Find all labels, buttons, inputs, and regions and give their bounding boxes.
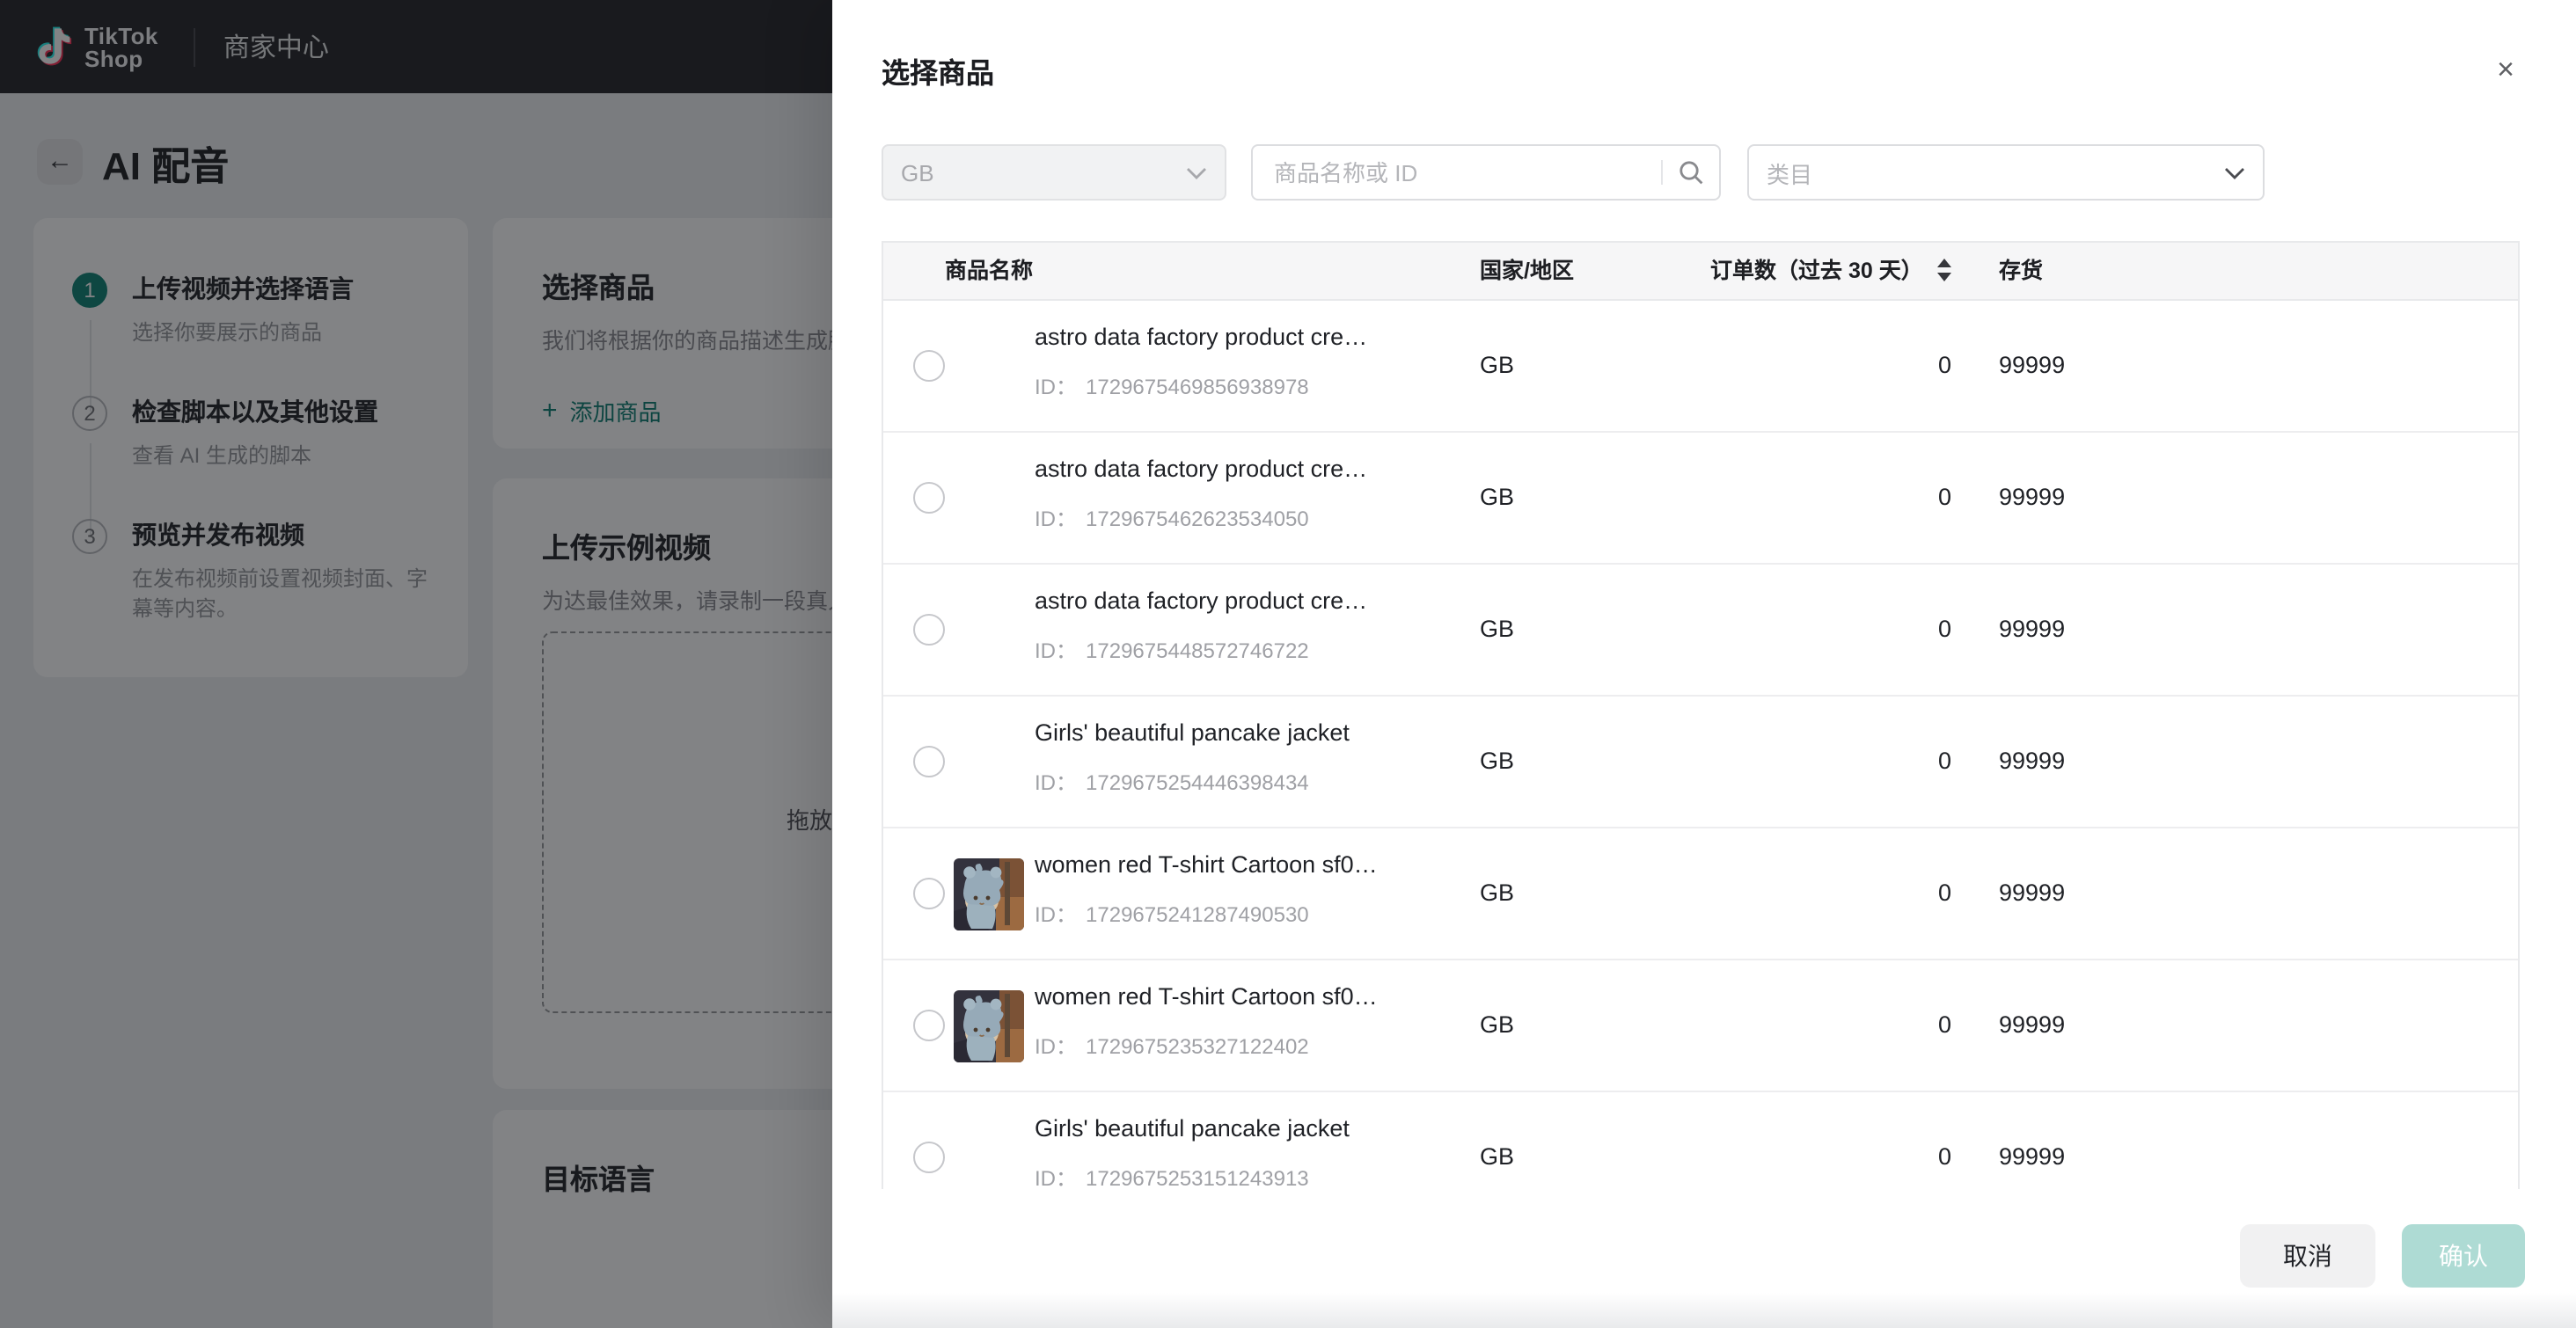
column-header-region: 国家/地区	[1480, 243, 1574, 301]
table-row: women red T-shirt Cartoon sf0… ID： 172967…	[883, 960, 2518, 1092]
product-table: 商品名称 国家/地区 订单数（过去 30 天） 存货	[882, 241, 2520, 1189]
modal-title: 选择商品	[882, 49, 994, 91]
region-select-value: GB	[901, 159, 934, 186]
product-id-value: 1729675254446398434	[1086, 770, 1309, 795]
row-orders-value: 0	[1710, 352, 1951, 378]
row-orders-value: 0	[1710, 1143, 1951, 1170]
table-row: Girls' beautiful pancake jacket ID： 17296…	[883, 697, 2518, 828]
row-region-value: GB	[1480, 879, 1514, 906]
table-row: astro data factory product cre… ID： 17296…	[883, 565, 2518, 697]
row-orders-value: 0	[1710, 616, 1951, 642]
table-row: astro data factory product cre… ID： 17296…	[883, 301, 2518, 433]
sort-descending-triangle	[1937, 273, 1951, 281]
product-id-value: 1729675448572746722	[1086, 638, 1309, 663]
row-orders-value: 0	[1710, 879, 1951, 906]
confirm-button[interactable]: 确认	[2402, 1224, 2525, 1288]
row-region-value: GB	[1480, 748, 1514, 774]
category-select-placeholder: 类目	[1767, 156, 1812, 189]
product-id-label: ID：	[1035, 1034, 1077, 1059]
cancel-button[interactable]: 取消	[2240, 1224, 2375, 1288]
product-id-line: ID： 1729675448572746722	[1035, 635, 1309, 665]
select-product-modal: 选择商品 × GB 类目	[832, 0, 2576, 1328]
product-thumbnail	[954, 858, 1024, 930]
chevron-down-icon	[1186, 166, 1207, 179]
row-region-value: GB	[1480, 616, 1514, 642]
row-radio-button[interactable]	[913, 1010, 945, 1041]
row-stock-value: 99999	[1999, 484, 2065, 510]
row-radio-button[interactable]	[913, 614, 945, 646]
product-name: women red T-shirt Cartoon sf0…	[1035, 851, 1378, 878]
product-name: astro data factory product cre…	[1035, 587, 1367, 614]
sort-icon[interactable]	[1937, 259, 1951, 281]
filter-bar: GB 类目	[882, 144, 2527, 201]
product-id-line: ID： 1729675235327122402	[1035, 1031, 1309, 1061]
app-root: TikTok Shop 商家中心 ← AI 配音 1 上传视频并选择语言 选择你…	[0, 0, 2576, 1328]
category-select[interactable]: 类目	[1747, 144, 2265, 201]
row-stock-value: 99999	[1999, 879, 2065, 906]
product-name: astro data factory product cre…	[1035, 456, 1367, 482]
product-id-label: ID：	[1035, 638, 1077, 663]
product-id-value: 1729675253151243913	[1086, 1166, 1309, 1189]
product-id-value: 1729675235327122402	[1086, 1034, 1309, 1059]
row-region-value: GB	[1480, 1011, 1514, 1038]
row-region-value: GB	[1480, 352, 1514, 378]
product-id-value: 1729675462623534050	[1086, 507, 1309, 531]
column-header-product-name: 商品名称	[945, 243, 1033, 301]
column-header-orders: 订单数（过去 30 天）	[1710, 243, 1923, 301]
table-row: astro data factory product cre… ID： 17296…	[883, 433, 2518, 565]
row-orders-value: 0	[1710, 1011, 1951, 1038]
row-radio-button[interactable]	[913, 746, 945, 777]
product-id-label: ID：	[1035, 770, 1077, 795]
product-thumbnail	[954, 990, 1024, 1062]
row-radio-button[interactable]	[913, 1142, 945, 1173]
table-body: astro data factory product cre… ID： 17296…	[883, 301, 2518, 1189]
product-id-label: ID：	[1035, 1166, 1077, 1189]
column-header-stock: 存货	[1999, 243, 2043, 301]
row-orders-value: 0	[1710, 748, 1951, 774]
table-row: Girls' beautiful pancake jacket ID： 17296…	[883, 1092, 2518, 1189]
product-id-value: 1729675469856938978	[1086, 375, 1309, 399]
row-stock-value: 99999	[1999, 748, 2065, 774]
product-id-line: ID： 1729675241287490530	[1035, 899, 1309, 929]
row-radio-button[interactable]	[913, 350, 945, 382]
chevron-down-icon	[2224, 166, 2245, 179]
product-id-line: ID： 1729675469856938978	[1035, 371, 1309, 401]
row-orders-value: 0	[1710, 484, 1951, 510]
table-row: women red T-shirt Cartoon sf0… ID： 172967…	[883, 828, 2518, 960]
product-id-label: ID：	[1035, 375, 1077, 399]
product-id-label: ID：	[1035, 902, 1077, 927]
search-icon[interactable]	[1677, 158, 1705, 186]
row-region-value: GB	[1480, 484, 1514, 510]
product-search-box	[1251, 144, 1721, 201]
row-region-value: GB	[1480, 1143, 1514, 1170]
table-header-row: 商品名称 国家/地区 订单数（过去 30 天） 存货	[883, 243, 2518, 301]
product-id-line: ID： 1729675253151243913	[1035, 1163, 1309, 1189]
product-name: Girls' beautiful pancake jacket	[1035, 1115, 1350, 1142]
product-id-value: 1729675241287490530	[1086, 902, 1309, 927]
row-stock-value: 99999	[1999, 1143, 2065, 1170]
row-radio-button[interactable]	[913, 482, 945, 514]
close-icon[interactable]: ×	[2488, 53, 2523, 88]
row-stock-value: 99999	[1999, 352, 2065, 378]
search-input[interactable]	[1253, 146, 1661, 199]
product-name: women red T-shirt Cartoon sf0…	[1035, 983, 1378, 1010]
sort-ascending-triangle	[1937, 259, 1951, 267]
product-id-line: ID： 1729675254446398434	[1035, 767, 1309, 797]
search-divider	[1661, 160, 1663, 185]
row-stock-value: 99999	[1999, 1011, 2065, 1038]
modal-footer: 取消 确认	[832, 1224, 2576, 1328]
product-name: astro data factory product cre…	[1035, 324, 1367, 350]
product-name: Girls' beautiful pancake jacket	[1035, 719, 1350, 746]
region-select[interactable]: GB	[882, 144, 1226, 201]
row-radio-button[interactable]	[913, 878, 945, 909]
product-id-label: ID：	[1035, 507, 1077, 531]
row-stock-value: 99999	[1999, 616, 2065, 642]
product-id-line: ID： 1729675462623534050	[1035, 503, 1309, 533]
